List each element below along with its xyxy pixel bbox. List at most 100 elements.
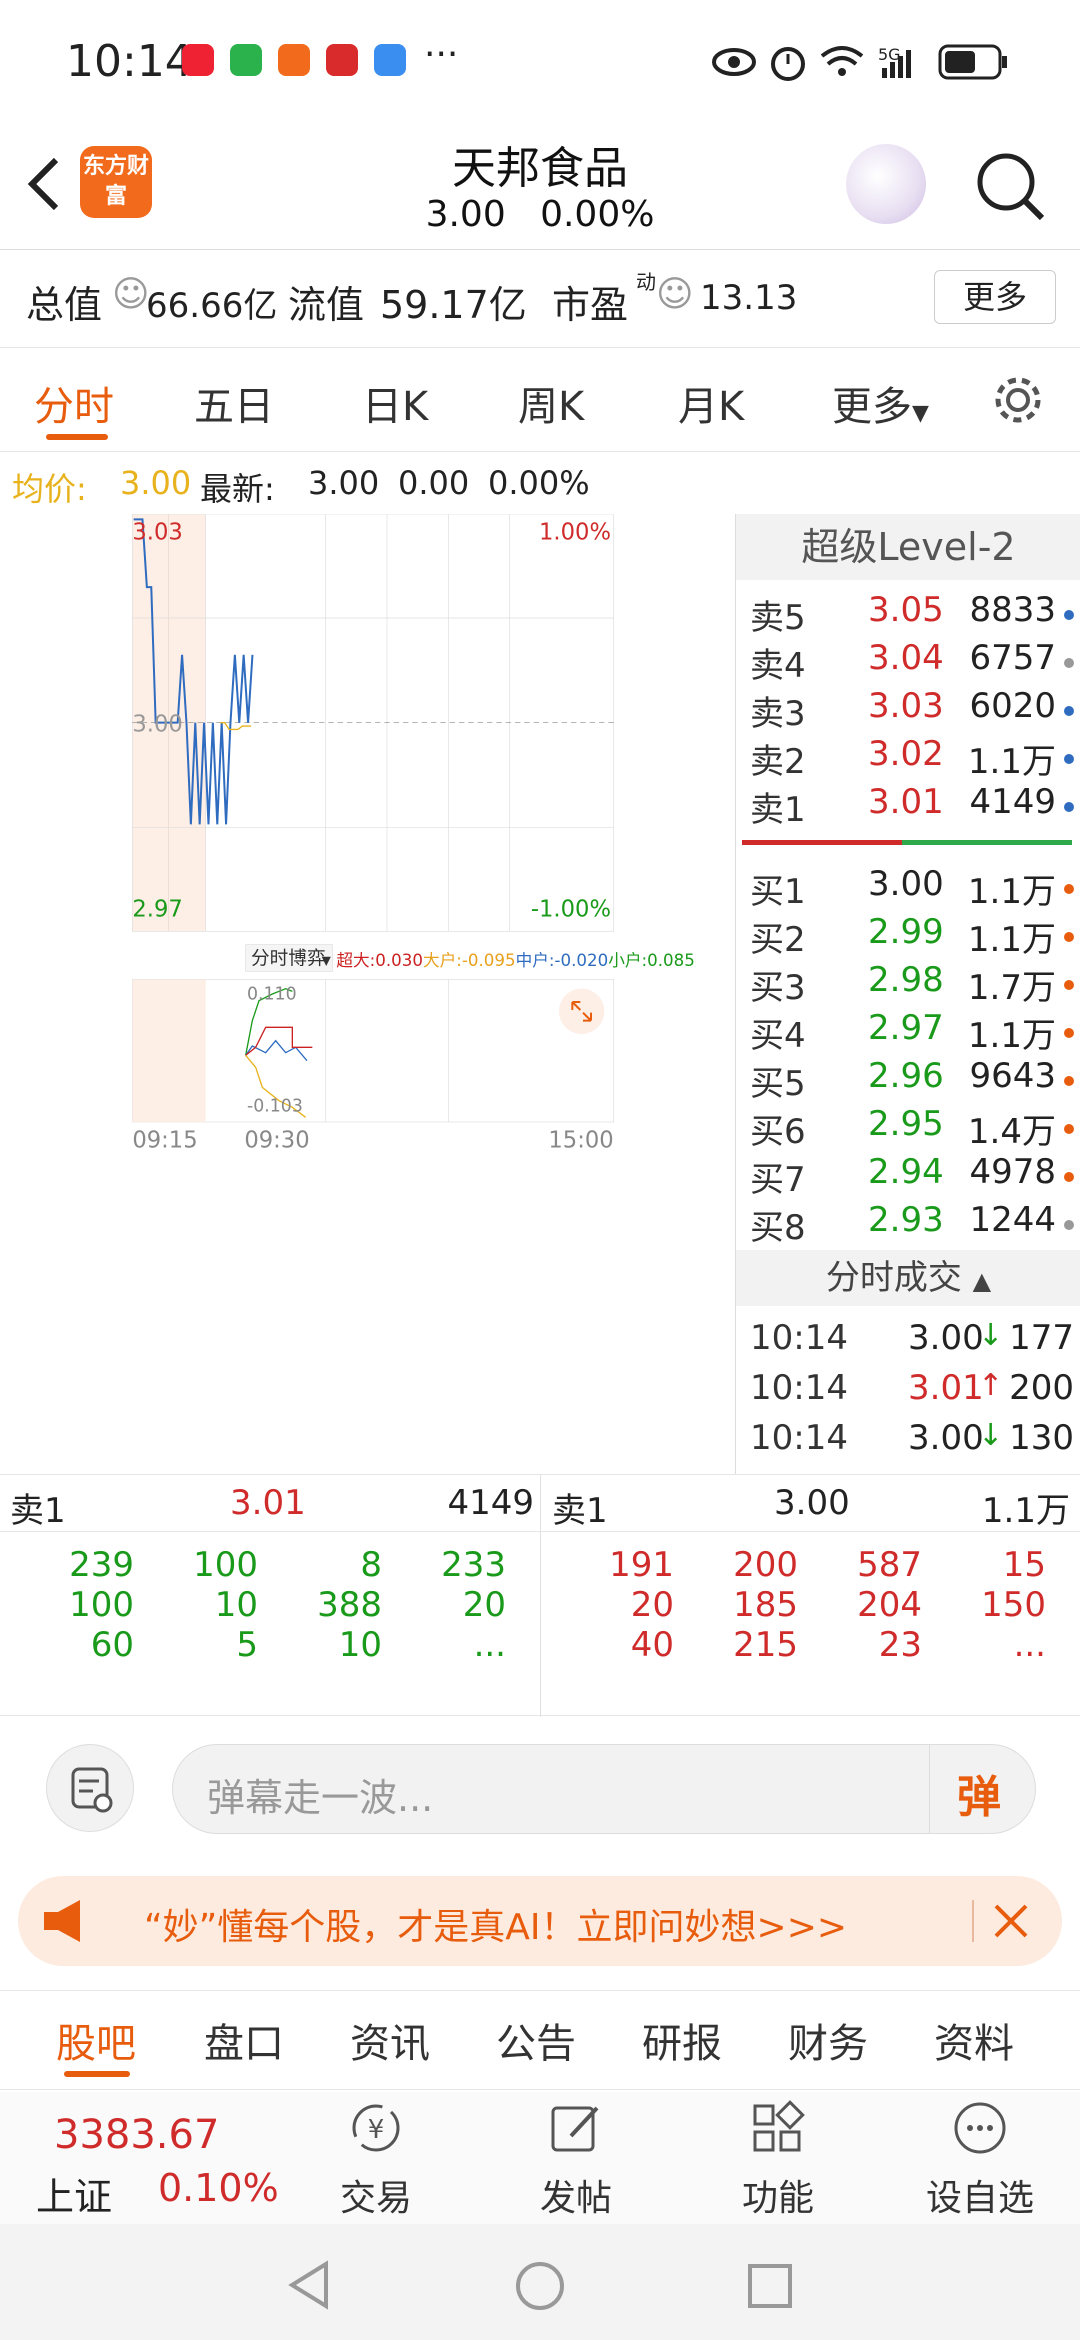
app-notification-icon bbox=[278, 44, 310, 76]
sell-depth-bar bbox=[742, 840, 902, 845]
nav-functions[interactable]: 功能 bbox=[698, 2098, 858, 2221]
tab-weekly-k[interactable]: 周K bbox=[518, 374, 584, 432]
close-icon[interactable] bbox=[990, 1900, 1032, 1942]
tab-profile[interactable]: 资料 bbox=[934, 2011, 1014, 2069]
pct-axis-bottom-label: -1.00% bbox=[531, 897, 611, 923]
queue-cell: 215 bbox=[733, 1625, 798, 1665]
order-level-label: 卖4 bbox=[750, 646, 806, 686]
tick-trade-row: 10:14 3.01 ↑ 200 bbox=[744, 1368, 1074, 1416]
sell-level-5[interactable]: 卖5 3.05 8833 bbox=[744, 590, 1074, 638]
tab-announcements[interactable]: 公告 bbox=[496, 2011, 576, 2069]
tab-daily-k[interactable]: 日K bbox=[362, 374, 428, 432]
tick-trades-header[interactable]: 分时成交 ▲ bbox=[736, 1250, 1080, 1306]
sell-level-3[interactable]: 卖3 3.03 6020 bbox=[744, 686, 1074, 734]
back-nav-icon[interactable] bbox=[284, 2260, 334, 2310]
level2-title[interactable]: 超级Level-2 bbox=[736, 514, 1080, 580]
buy-level-3[interactable]: 买3 2.98 1.7万 bbox=[744, 960, 1074, 1008]
queue-cell: 150 bbox=[981, 1585, 1046, 1625]
settings-gear-icon[interactable] bbox=[990, 372, 1046, 428]
tab-monthly-k[interactable]: 月K bbox=[678, 374, 744, 432]
x-axis-tick-start: 09:15 bbox=[132, 1127, 197, 1153]
intraday-chart[interactable]: 3.03 3.00 2.97 1.00% -1.00% 分时博弈 ▼ 超大:0.… bbox=[12, 514, 734, 1154]
nav-add-watchlist[interactable]: 设自选 bbox=[900, 2098, 1060, 2221]
danmu-input[interactable]: 弹幕走一波... 弹 bbox=[172, 1744, 1036, 1834]
buy-level-8[interactable]: 买8 2.93 1244 bbox=[744, 1200, 1074, 1248]
tab-more[interactable]: 更多▼ bbox=[832, 374, 929, 432]
sell-level-1[interactable]: 卖1 3.01 4149 bbox=[744, 782, 1074, 830]
tab-intraday[interactable]: 分时 bbox=[34, 374, 114, 432]
tick-time: 10:14 bbox=[750, 1368, 848, 1408]
stock-price: 3.00 bbox=[425, 194, 506, 235]
queue-sell-price: 3.01 bbox=[230, 1483, 306, 1523]
buy-level-1[interactable]: 买1 3.00 1.1万 bbox=[744, 864, 1074, 912]
nav-post[interactable]: 发帖 bbox=[496, 2098, 656, 2221]
ai-promo-banner[interactable]: “妙”懂每个股，才是真AI！立即问妙想>>> bbox=[18, 1876, 1062, 1966]
expand-chart-button[interactable] bbox=[559, 988, 605, 1034]
tab-news[interactable]: 资讯 bbox=[350, 2011, 430, 2069]
info-icon[interactable]: ☺ bbox=[656, 274, 694, 315]
danmu-settings-icon bbox=[71, 1767, 113, 1813]
info-icon[interactable]: ☺ bbox=[112, 274, 150, 315]
status-bar: 10:14 ··· 5G bbox=[0, 0, 1080, 120]
order-volume: 1.4万 bbox=[967, 1112, 1056, 1152]
collapse-icon: ▲ bbox=[972, 1267, 992, 1295]
level2-panel: 超级Level-2 卖5 3.05 8833 卖4 3.04 6757 卖3 3.03 6020… bbox=[735, 514, 1080, 1474]
buy-level-2[interactable]: 买2 2.99 1.1万 bbox=[744, 912, 1074, 960]
pe-value: 13.13 bbox=[700, 278, 798, 318]
queue-cell: 191 bbox=[609, 1545, 674, 1585]
tick-price: 3.01 bbox=[908, 1368, 984, 1408]
queue-cell: 388 bbox=[317, 1585, 382, 1625]
recents-nav-icon[interactable] bbox=[746, 2262, 794, 2310]
y-axis-top-label: 3.03 bbox=[132, 519, 182, 545]
queue-buy-volume: 1.1万 bbox=[981, 1491, 1070, 1531]
buy-level-7[interactable]: 买7 2.94 4978 bbox=[744, 1152, 1074, 1200]
sell-level-4[interactable]: 卖4 3.04 6757 bbox=[744, 638, 1074, 686]
buy-level-4[interactable]: 买4 2.97 1.1万 bbox=[744, 1008, 1074, 1056]
message-icon bbox=[374, 44, 406, 76]
tab-finance[interactable]: 财务 bbox=[788, 2011, 868, 2069]
pe-dynamic-mark: 动 bbox=[636, 270, 656, 294]
info-tabs: 股吧 盘口 资讯 公告 研报 财务 资料 bbox=[0, 1990, 1080, 2090]
order-queue: 卖1 3.01 4149 卖1 3.00 1.1万 239 100 8 233 100 1… bbox=[0, 1474, 1080, 1717]
queue-buy-label: 卖1 bbox=[552, 1491, 608, 1531]
tab-market-depth[interactable]: 盘口 bbox=[204, 2011, 284, 2069]
tick-direction: ↓ bbox=[978, 1418, 1004, 1453]
index-ticker[interactable]: 3383.67 上证 0.10% bbox=[0, 2092, 300, 2224]
float-value-label: 流值 bbox=[288, 283, 365, 327]
danmu-settings-button[interactable] bbox=[46, 1744, 134, 1832]
grid-icon bbox=[753, 2100, 805, 2152]
tick-direction: ↑ bbox=[978, 1368, 1004, 1403]
queue-cell: 100 bbox=[69, 1585, 134, 1625]
order-level-label: 买2 bbox=[750, 920, 806, 960]
nav-add-watchlist-label: 设自选 bbox=[925, 2178, 1034, 2219]
order-volume: 1.1万 bbox=[967, 742, 1056, 782]
sell-level-2[interactable]: 卖2 3.02 1.1万 bbox=[744, 734, 1074, 782]
buy-level-5[interactable]: 买5 2.96 9643 bbox=[744, 1056, 1074, 1104]
more-stats-button[interactable]: 更多 bbox=[934, 270, 1056, 324]
queue-cell: 10 bbox=[338, 1625, 382, 1665]
flow-legend: 超大:0.030大户:-0.095中户:-0.020小户:0.085 bbox=[336, 951, 694, 970]
order-dot bbox=[1064, 1124, 1074, 1134]
search-icon[interactable] bbox=[972, 148, 1052, 228]
ai-assistant-avatar[interactable] bbox=[846, 144, 926, 224]
price-summary-row: 均价: 3.00 最新: 3.00 0.00 0.00% bbox=[0, 452, 735, 514]
order-level-label: 买6 bbox=[750, 1112, 806, 1152]
home-nav-icon[interactable] bbox=[514, 2260, 566, 2312]
order-price: 2.99 bbox=[868, 912, 944, 952]
float-value: 59.17亿 bbox=[380, 283, 527, 327]
edit-icon bbox=[551, 2106, 599, 2152]
buy-level-6[interactable]: 买6 2.95 1.4万 bbox=[744, 1104, 1074, 1152]
queue-cell: 15 bbox=[1002, 1545, 1046, 1585]
dropdown-icon: ▼ bbox=[912, 401, 929, 426]
tab-forum[interactable]: 股吧 bbox=[56, 2011, 136, 2069]
avg-price-label: 均价: bbox=[12, 470, 87, 508]
megaphone-icon bbox=[44, 1900, 80, 1942]
order-dot bbox=[1064, 1076, 1074, 1086]
danmu-send-button[interactable]: 弹 bbox=[957, 1761, 1001, 1825]
nav-functions-label: 功能 bbox=[741, 2178, 814, 2219]
order-volume: 6020 bbox=[969, 686, 1056, 726]
nav-trade[interactable]: ¥ 交易 bbox=[296, 2098, 456, 2221]
tab-research[interactable]: 研报 bbox=[642, 2011, 722, 2069]
queue-sell-volume: 4149 bbox=[447, 1483, 534, 1523]
tab-five-day[interactable]: 五日 bbox=[194, 374, 274, 432]
